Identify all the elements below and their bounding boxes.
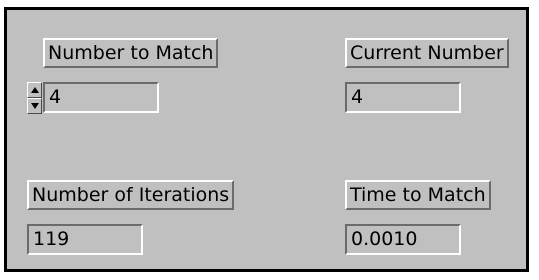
time-to-match-label: Time to Match: [345, 180, 491, 210]
increment-button[interactable]: [27, 82, 42, 98]
number-to-match-label: Number to Match: [43, 38, 219, 68]
decrement-button[interactable]: [27, 98, 42, 114]
current-number-label: Current Number: [345, 38, 509, 68]
number-to-match-spinner[interactable]: [27, 82, 42, 114]
number-to-match-input[interactable]: 4: [43, 82, 159, 113]
number-of-iterations-label: Number of Iterations: [27, 180, 235, 210]
triangle-up-icon: [30, 87, 39, 93]
number-of-iterations-indicator: 119: [27, 224, 143, 255]
current-number-indicator: 4: [345, 82, 461, 113]
time-to-match-indicator: 0.0010: [345, 224, 461, 255]
triangle-down-icon: [30, 103, 39, 109]
front-panel: Number to Match 4 Current Number 4 Numbe…: [4, 7, 529, 272]
